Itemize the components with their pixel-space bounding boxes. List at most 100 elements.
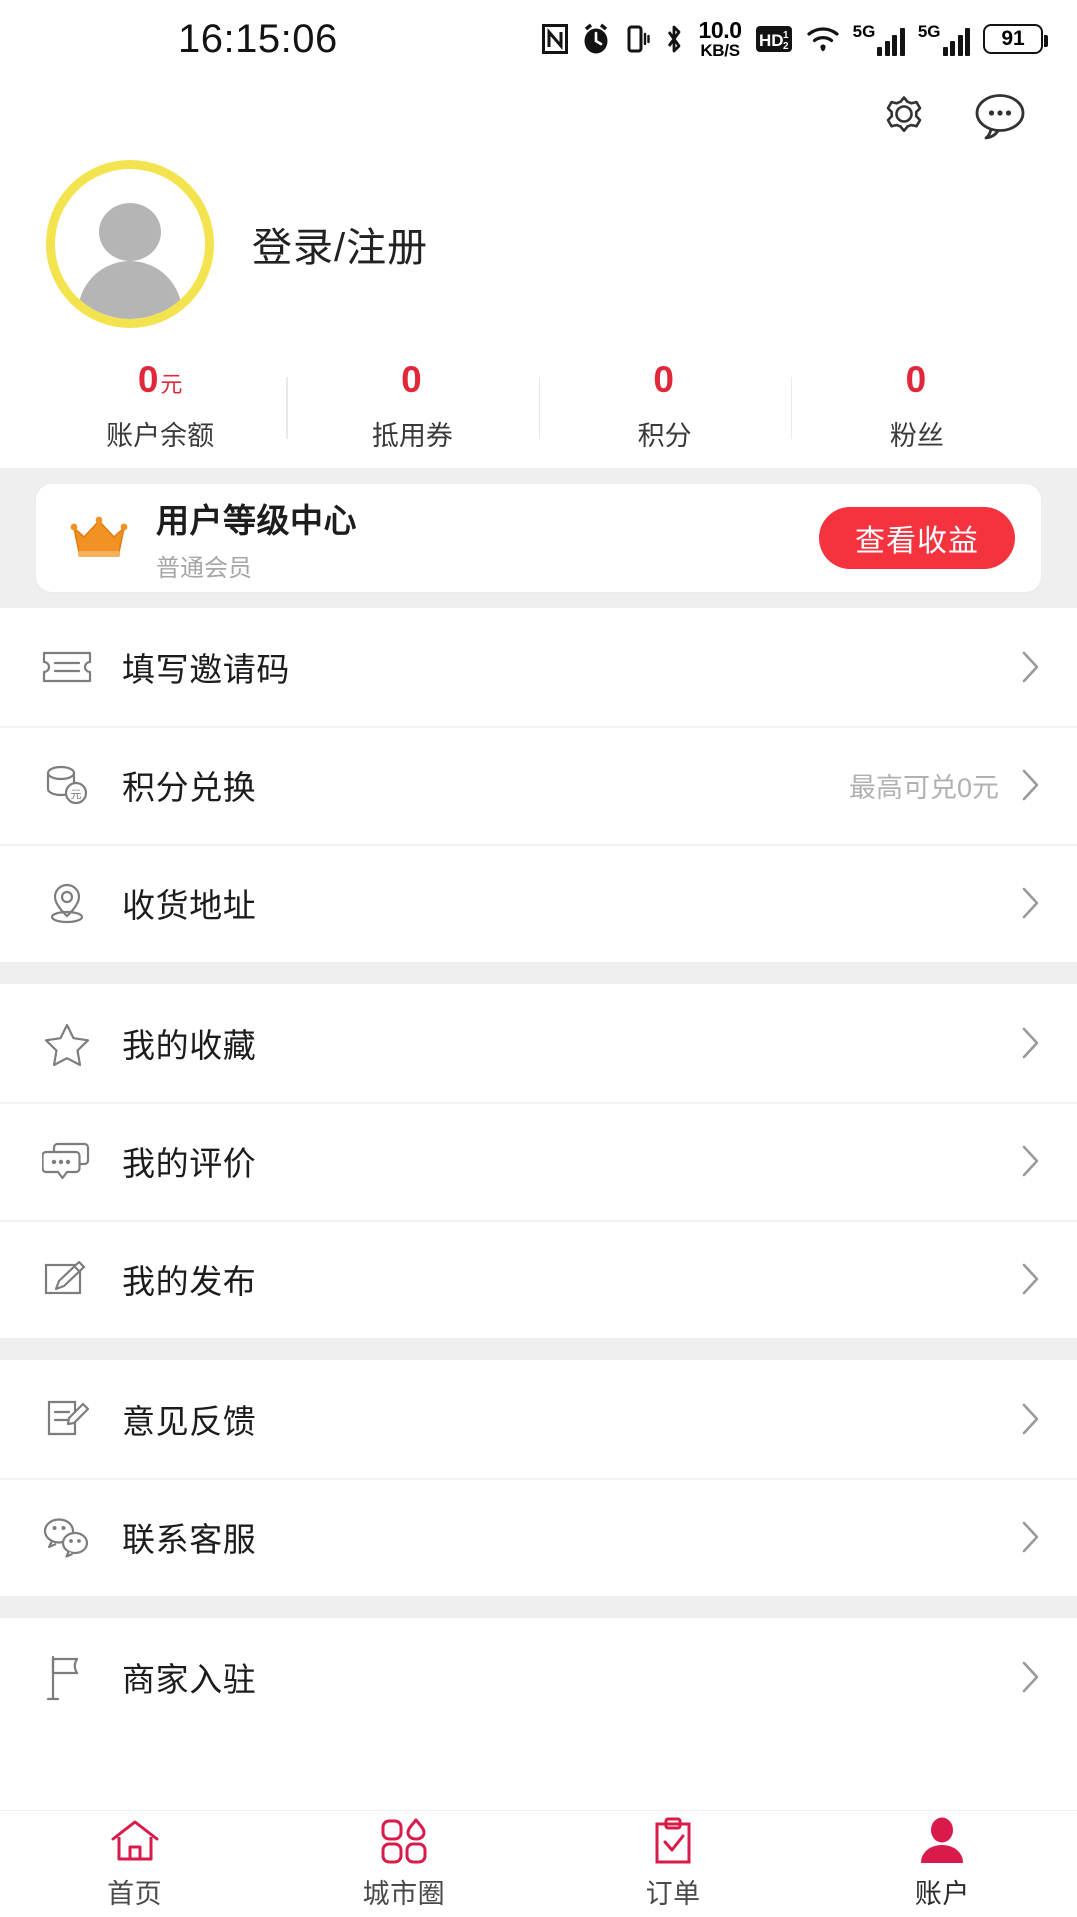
stat-number: 0 <box>905 359 927 400</box>
chevron-right-icon <box>1021 1262 1041 1296</box>
crown-icon <box>70 515 128 561</box>
settings-button[interactable] <box>875 90 933 148</box>
stat-label: 积分 <box>637 421 692 451</box>
avatar[interactable] <box>46 160 214 328</box>
menu-item-invite-code[interactable]: 填写邀请码 <box>0 608 1077 726</box>
account-page: 16:15:06 10.0 KB/S HD 1 2 5G 5G 91 登录/注册… <box>0 0 1077 1917</box>
menu-item-contact-service[interactable]: 联系客服 <box>0 1478 1077 1596</box>
menu-item-right <box>1021 1520 1041 1554</box>
chevron-right-icon <box>1021 1660 1041 1694</box>
gear-icon <box>876 89 932 150</box>
points-exchange-hint: 最高可兑0元 <box>848 772 999 803</box>
menu-item-right <box>1021 886 1041 920</box>
ticket-icon <box>38 638 96 696</box>
status-bar: 16:15:06 10.0 KB/S HD 1 2 5G 5G 91 <box>0 0 1077 78</box>
stat-unit: 元 <box>160 372 183 397</box>
menu-item-shipping-address[interactable]: 收货地址 <box>0 844 1077 962</box>
signal-5g-label-1: 5G <box>852 21 876 41</box>
tab-account[interactable]: 账户 <box>808 1811 1077 1917</box>
chat-bubble-icon <box>971 90 1029 149</box>
alarm-icon <box>581 23 611 55</box>
bottom-tab-bar: 首页 城市圈 订单 账户 <box>0 1810 1077 1917</box>
network-speed-value: 10.0 <box>698 17 742 43</box>
vip-title: 用户等级中心 <box>156 501 357 539</box>
menu-item-feedback[interactable]: 意见反馈 <box>0 1360 1077 1478</box>
tab-home[interactable]: 首页 <box>0 1811 269 1917</box>
menu-group-4: 商家入驻 <box>0 1618 1077 1736</box>
svg-text:元: 元 <box>71 789 82 801</box>
tab-orders[interactable]: 订单 <box>539 1811 808 1917</box>
menu-item-label: 联系客服 <box>122 1521 257 1558</box>
stat-value: 0 <box>653 361 676 398</box>
comment-icon <box>38 1132 96 1190</box>
menu-item-my-reviews[interactable]: 我的评价 <box>0 1102 1077 1220</box>
menu-group-3: 意见反馈 联系客服 <box>0 1360 1077 1596</box>
login-register-link[interactable]: 登录/注册 <box>252 215 428 273</box>
edit-note-icon <box>38 1250 96 1308</box>
menu-item-label: 我的发布 <box>122 1263 257 1300</box>
menu-item-my-posts[interactable]: 我的发布 <box>0 1220 1077 1338</box>
battery-icon: 91 <box>983 24 1048 54</box>
chevron-right-icon <box>1021 1520 1041 1554</box>
flag-icon <box>38 1648 96 1706</box>
tab-label: 订单 <box>645 1879 701 1909</box>
hd-icon: HD 1 2 <box>755 25 793 53</box>
menu-item-right <box>1021 1144 1041 1178</box>
menu-item-label: 填写邀请码 <box>122 651 290 688</box>
section-separator-3 <box>0 1596 1077 1618</box>
menu-item-right: 最高可兑0元 <box>849 766 1041 805</box>
signal-5g-icon-2: 5G <box>918 23 970 56</box>
menu-item-points-exchange[interactable]: 元 积分兑换 最高可兑0元 <box>0 726 1077 844</box>
signal-5g-icon-1: 5G <box>853 23 905 56</box>
messages-button[interactable] <box>971 90 1029 148</box>
wifi-icon <box>806 24 840 54</box>
stat-value: 0 元 <box>138 361 183 398</box>
stat-label: 抵用券 <box>371 421 453 451</box>
location-pin-icon <box>38 874 96 932</box>
menu-item-label: 我的评价 <box>122 1145 257 1182</box>
chevron-right-icon <box>1021 768 1041 802</box>
menu-item-label: 商家入驻 <box>122 1661 257 1698</box>
bluetooth-icon <box>663 24 685 54</box>
chevron-right-icon <box>1021 1402 1041 1436</box>
stat-number: 0 <box>401 359 422 400</box>
vip-level-card[interactable]: 用户等级中心 普通会员 查看收益 <box>36 484 1041 592</box>
stat-number: 0 <box>653 359 674 400</box>
tab-label: 首页 <box>107 1879 163 1909</box>
status-bar-icons: 10.0 KB/S HD 1 2 5G 5G 91 <box>542 17 1048 60</box>
signal-5g-label-2: 5G <box>917 21 941 41</box>
city-circle-icon <box>378 1817 430 1865</box>
chevron-right-icon <box>1021 650 1041 684</box>
menu-item-label: 收货地址 <box>122 887 257 924</box>
header-actions <box>0 78 1077 160</box>
stat-fans[interactable]: 0 粉丝 <box>790 361 1043 453</box>
vibrate-icon <box>624 24 651 54</box>
stats-row: 0 元 账户余额 0 抵用券 0 积分 0 粉丝 <box>0 328 1077 468</box>
network-speed-unit: KB/S <box>700 41 740 60</box>
vip-subtitle: 普通会员 <box>156 554 252 582</box>
section-separator-2 <box>0 1338 1077 1360</box>
feedback-icon <box>38 1390 96 1448</box>
profile-section[interactable]: 登录/注册 <box>0 160 1077 328</box>
star-icon <box>38 1014 96 1072</box>
avatar-head <box>99 203 161 261</box>
view-earnings-button[interactable]: 查看收益 <box>819 507 1015 569</box>
menu-item-label: 我的收藏 <box>122 1027 257 1064</box>
vip-card-band: 用户等级中心 普通会员 查看收益 <box>0 468 1077 608</box>
stat-balance[interactable]: 0 元 账户余额 <box>34 361 286 453</box>
menu-item-merchant-join[interactable]: 商家入驻 <box>0 1618 1077 1736</box>
chevron-right-icon <box>1021 1026 1041 1060</box>
clipboard-check-icon <box>651 1817 695 1865</box>
avatar-body <box>78 261 182 319</box>
stat-points[interactable]: 0 积分 <box>538 361 791 453</box>
tab-city-circle[interactable]: 城市圈 <box>269 1811 538 1917</box>
home-icon <box>109 1817 161 1865</box>
status-bar-time: 16:15:06 <box>178 16 338 61</box>
coin-stack-icon: 元 <box>38 756 96 814</box>
stat-coupons[interactable]: 0 抵用券 <box>286 361 538 453</box>
menu-group-1: 填写邀请码 元 积分兑换 最高可兑0元 收货地址 <box>0 608 1077 962</box>
menu-item-right <box>1021 1026 1041 1060</box>
menu-item-favorites[interactable]: 我的收藏 <box>0 984 1077 1102</box>
stat-value: 0 <box>906 361 929 398</box>
menu-item-label: 积分兑换 <box>122 769 257 806</box>
